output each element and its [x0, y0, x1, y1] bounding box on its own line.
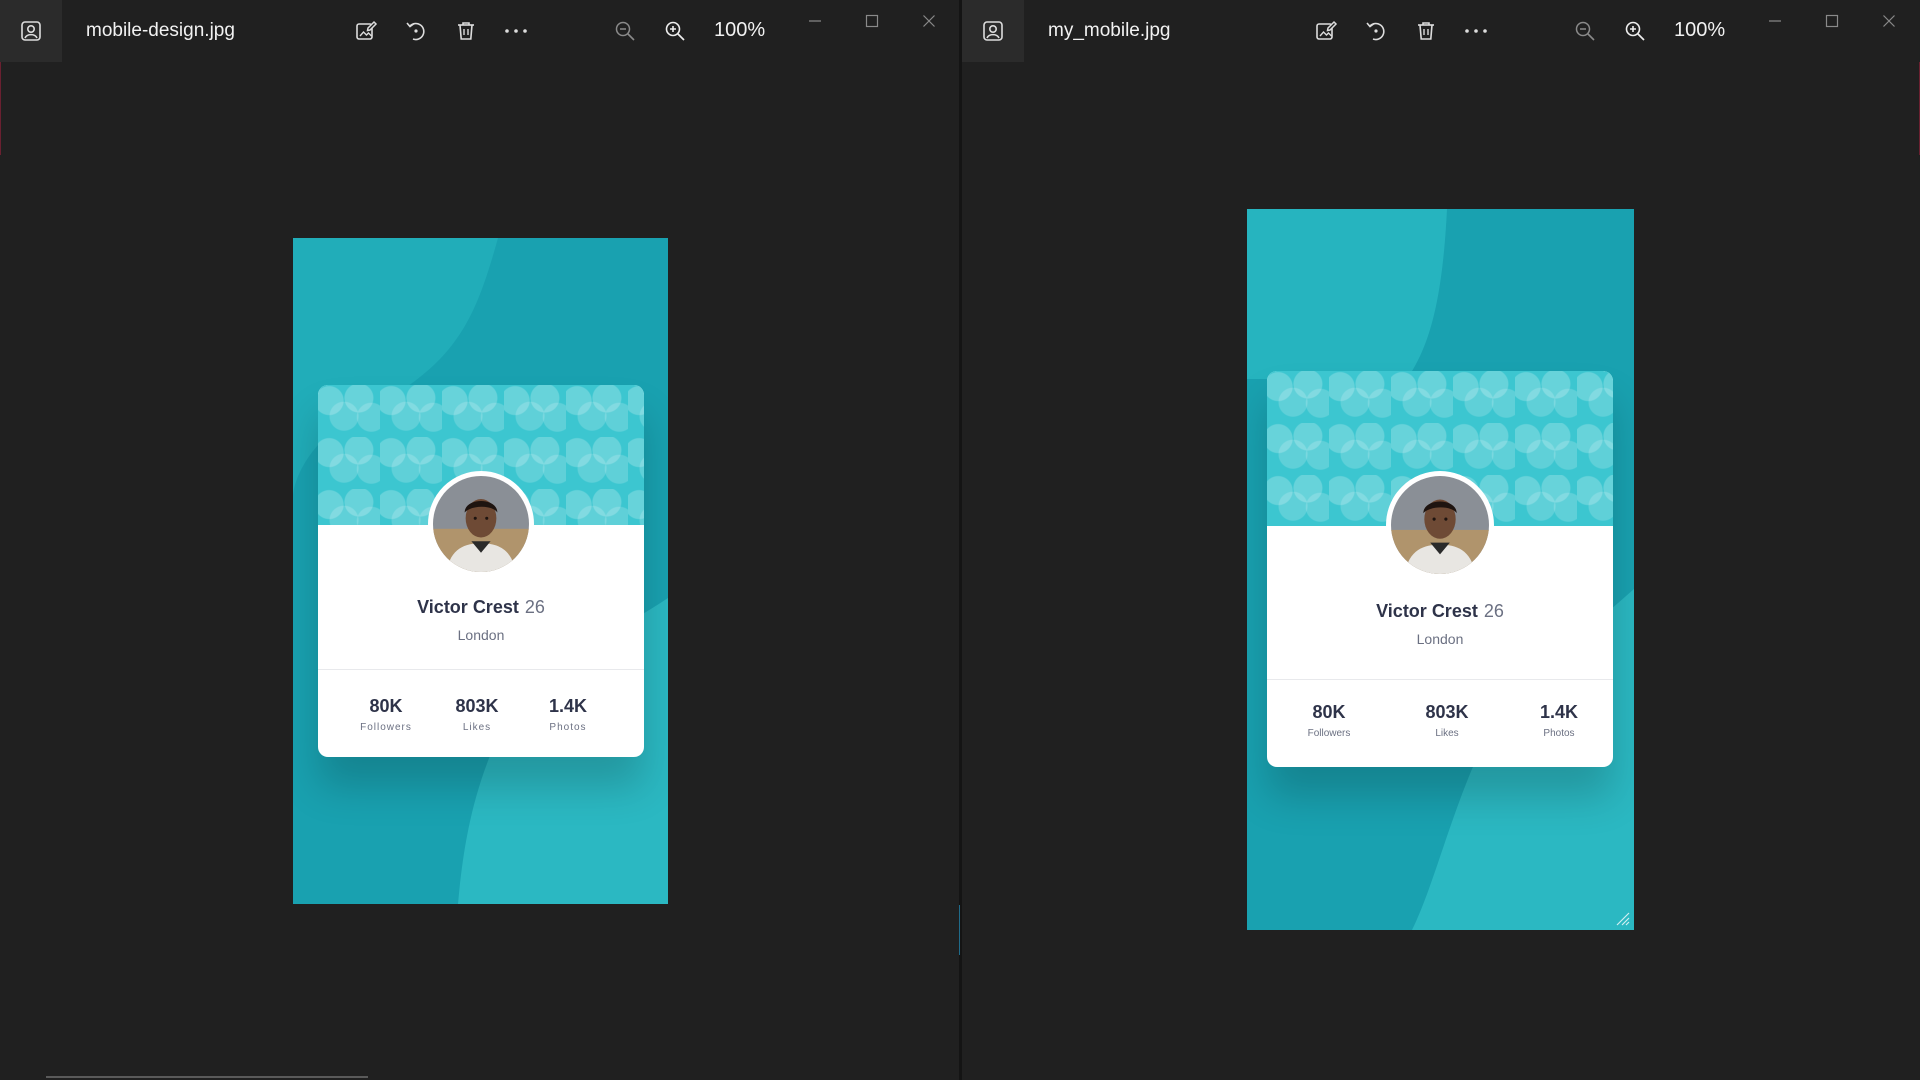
- avatar: [1386, 471, 1494, 579]
- zoom-level[interactable]: 100%: [1674, 17, 1725, 43]
- window-edge-accent: [0, 60, 1, 155]
- zoom-level[interactable]: 100%: [714, 17, 765, 43]
- minimize-icon[interactable]: [793, 6, 837, 36]
- divider-accent: [959, 905, 960, 955]
- photo-viewer-window-right: my_mobile.jpg 100% Victor Crest 26 Londo…: [962, 0, 1920, 1080]
- stat-followers: 80K Followers: [336, 695, 436, 736]
- profile-city: London: [1416, 631, 1464, 647]
- displayed-image[interactable]: Victor Crest 26 London 80K Followers 803K…: [1247, 209, 1634, 930]
- stat-label: Followers: [1307, 728, 1351, 739]
- stat-value: 803K: [455, 696, 499, 716]
- edit-image-icon[interactable]: [348, 13, 384, 49]
- file-name: my_mobile.jpg: [1048, 20, 1171, 41]
- stat-value: 80K: [1312, 702, 1346, 722]
- profile-card: Victor Crest 26 London 80K Followers 803K…: [1267, 371, 1613, 767]
- name-row: Victor Crest 26: [1267, 601, 1613, 622]
- profile-age: 26: [524, 597, 545, 617]
- stat-label: Followers: [360, 722, 412, 733]
- profile-age: 26: [1483, 601, 1504, 621]
- file-name: mobile-design.jpg: [86, 20, 235, 41]
- photos-app-icon[interactable]: [0, 0, 62, 62]
- stat-value: 1.4K: [548, 696, 588, 716]
- close-icon[interactable]: [1867, 6, 1911, 36]
- profile-city: London: [457, 627, 505, 643]
- stat-followers: 80K Followers: [1279, 701, 1379, 742]
- title-bar[interactable]: my_mobile.jpg 100%: [962, 0, 1920, 62]
- stat-label: Photos: [549, 722, 587, 733]
- resize-grip-icon[interactable]: [1614, 910, 1630, 926]
- profile-name: Victor Crest: [1376, 601, 1478, 621]
- stat-value: 80K: [369, 696, 403, 716]
- stat-photos: 1.4K Photos: [518, 695, 618, 736]
- delete-icon[interactable]: [1408, 13, 1444, 49]
- more-icon[interactable]: [498, 13, 534, 49]
- minimize-icon[interactable]: [1753, 6, 1797, 36]
- stat-value: 803K: [1425, 702, 1469, 722]
- avatar: [428, 471, 534, 577]
- rotate-icon[interactable]: [398, 13, 434, 49]
- stat-value: 1.4K: [1539, 702, 1579, 722]
- displayed-image[interactable]: Victor Crest 26 London 80K Followers 803K…: [293, 238, 668, 904]
- stat-label: Likes: [1435, 728, 1459, 739]
- stat-likes: 803K Likes: [1397, 701, 1497, 742]
- profile-name: Victor Crest: [417, 597, 519, 617]
- rotate-icon[interactable]: [1358, 13, 1394, 49]
- stat-label: Likes: [462, 722, 492, 733]
- maximize-icon[interactable]: [850, 6, 894, 36]
- zoom-in-icon[interactable]: [1617, 13, 1653, 49]
- card-divider: [1267, 679, 1613, 680]
- close-icon[interactable]: [907, 6, 951, 36]
- stat-photos: 1.4K Photos: [1509, 701, 1609, 742]
- delete-icon[interactable]: [448, 13, 484, 49]
- more-icon[interactable]: [1458, 13, 1494, 49]
- name-row: Victor Crest 26: [318, 597, 644, 618]
- stat-likes: 803K Likes: [427, 695, 527, 736]
- zoom-out-icon[interactable]: [1567, 13, 1603, 49]
- photo-viewer-window-left: mobile-design.jpg 100% Victor Crest 26 L…: [0, 0, 960, 1080]
- edit-image-icon[interactable]: [1308, 13, 1344, 49]
- zoom-out-icon[interactable]: [607, 13, 643, 49]
- horizontal-scrollbar[interactable]: [46, 1076, 368, 1078]
- photos-app-icon[interactable]: [962, 0, 1024, 62]
- title-bar[interactable]: mobile-design.jpg 100%: [0, 0, 960, 62]
- profile-card: Victor Crest 26 London 80K Followers 803K…: [318, 385, 644, 757]
- zoom-in-icon[interactable]: [657, 13, 693, 49]
- maximize-icon[interactable]: [1810, 6, 1854, 36]
- stat-label: Photos: [1543, 728, 1575, 739]
- card-divider: [318, 669, 644, 670]
